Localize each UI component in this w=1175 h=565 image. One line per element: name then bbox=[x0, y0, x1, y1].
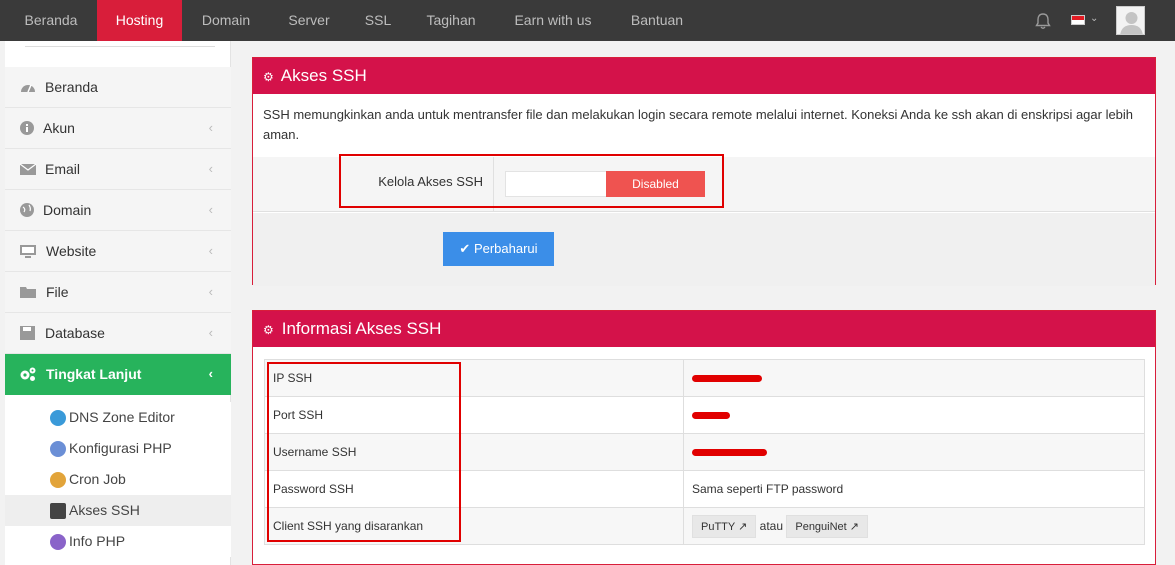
sidebar-item-label: Tingkat Lanjut bbox=[46, 366, 142, 382]
sidebar-item-label: Website bbox=[46, 243, 97, 259]
highlight-box bbox=[339, 154, 724, 208]
sidebar-subitem-label: Akses SSH bbox=[69, 502, 140, 518]
chevron-left-icon: ‹ bbox=[208, 202, 213, 217]
sidebar-subitem-konfigurasi-php[interactable]: Konfigurasi PHP bbox=[5, 433, 231, 464]
external-link-icon: ↗ bbox=[849, 520, 860, 533]
cogs-icon: ⚙ bbox=[263, 323, 274, 337]
top-navigation: Beranda Hosting Domain Server SSL Tagiha… bbox=[0, 0, 1175, 48]
sidebar-item-label: File bbox=[46, 284, 69, 300]
sidebar-item-label: Domain bbox=[43, 202, 92, 218]
dns-icon bbox=[50, 410, 66, 426]
sidebar-item-beranda[interactable]: Beranda bbox=[5, 67, 231, 108]
monitor-icon bbox=[20, 245, 36, 258]
chevron-down-icon[interactable]: ⌄ bbox=[1090, 13, 1098, 24]
check-icon: ✔ bbox=[459, 241, 471, 256]
sidebar-item-file[interactable]: File ‹ bbox=[5, 272, 231, 313]
terminal-icon bbox=[50, 503, 66, 519]
nav-hosting[interactable]: Hosting bbox=[97, 0, 182, 48]
language-flag-icon[interactable] bbox=[1071, 15, 1085, 25]
info-value bbox=[683, 396, 1145, 434]
info-icon bbox=[20, 121, 34, 135]
nav-bantuan[interactable]: Bantuan bbox=[620, 0, 694, 41]
sidebar-item-email[interactable]: Email ‹ bbox=[5, 149, 231, 190]
bell-icon[interactable] bbox=[1034, 12, 1052, 30]
panel-title: Akses SSH bbox=[280, 66, 367, 85]
save-icon bbox=[20, 326, 35, 340]
nav-tagihan[interactable]: Tagihan bbox=[414, 0, 488, 41]
folder-icon bbox=[20, 287, 36, 298]
ssh-description: SSH memungkinkan anda untuk mentransfer … bbox=[263, 107, 1134, 142]
globe-icon bbox=[20, 203, 34, 217]
redaction-mark bbox=[692, 449, 767, 457]
putty-link[interactable]: PuTTY ↗ bbox=[692, 514, 757, 538]
panel-footer: ✔ Perbaharui bbox=[253, 213, 1155, 286]
chevron-left-icon: ‹ bbox=[208, 243, 213, 258]
panel-title: Informasi Akses SSH bbox=[281, 319, 442, 338]
panel-header: ⚙ Informasi Akses SSH bbox=[253, 311, 1155, 347]
nav-ssl[interactable]: SSL bbox=[356, 0, 400, 41]
php-info-icon bbox=[50, 534, 66, 550]
sidebar-item-database[interactable]: Database ‹ bbox=[5, 313, 231, 354]
client-separator: atau bbox=[759, 518, 784, 533]
info-value: PuTTY ↗ atau PenguiNet ↗ bbox=[683, 507, 1145, 545]
sidebar-subitem-akses-ssh[interactable]: Akses SSH bbox=[5, 495, 231, 526]
chevron-down-icon: ‹ bbox=[208, 366, 213, 381]
nav-server[interactable]: Server bbox=[276, 0, 342, 41]
sidebar-item-website[interactable]: Website ‹ bbox=[5, 231, 231, 272]
sidebar-item-label: Email bbox=[45, 161, 81, 177]
sidebar-subitem-dns-zone-editor[interactable]: DNS Zone Editor bbox=[5, 402, 231, 433]
user-avatar[interactable] bbox=[1116, 6, 1145, 35]
sidebar-item-label: Database bbox=[45, 325, 105, 341]
info-value bbox=[683, 359, 1145, 397]
sidebar-subitem-label: Konfigurasi PHP bbox=[69, 440, 172, 456]
update-button-label: Perbaharui bbox=[473, 241, 538, 256]
sidebar-item-akun[interactable]: Akun ‹ bbox=[5, 108, 231, 149]
nav-beranda[interactable]: Beranda bbox=[10, 0, 92, 41]
cogs-icon bbox=[20, 367, 36, 381]
penguinet-label: PenguiNet bbox=[795, 520, 847, 533]
ssh-info-panel: ⚙ Informasi Akses SSH IP SSH Port SSH Us… bbox=[252, 310, 1156, 565]
sidebar-item-tingkat-lanjut[interactable]: Tingkat Lanjut ‹ bbox=[5, 354, 231, 395]
chevron-left-icon: ‹ bbox=[208, 161, 213, 176]
sidebar-divider bbox=[25, 46, 215, 47]
sidebar-item-label: Beranda bbox=[45, 79, 98, 95]
chevron-left-icon: ‹ bbox=[208, 120, 213, 135]
redaction-mark bbox=[692, 412, 730, 420]
nav-domain[interactable]: Domain bbox=[190, 0, 262, 41]
redaction-mark bbox=[692, 375, 762, 383]
update-button[interactable]: ✔ Perbaharui bbox=[443, 232, 554, 266]
sidebar-subitem-cron-job[interactable]: Cron Job bbox=[5, 464, 231, 495]
ssh-access-panel: ⚙ Akses SSH SSH memungkinkan anda untuk … bbox=[252, 57, 1156, 286]
penguinet-link[interactable]: PenguiNet ↗ bbox=[786, 514, 869, 538]
sidebar: Beranda Akun ‹ Email ‹ Domain ‹ Website … bbox=[5, 41, 231, 565]
sidebar-subitem-label: Cron Job bbox=[69, 471, 126, 487]
nav-earn-with-us[interactable]: Earn with us bbox=[504, 0, 602, 41]
info-value bbox=[683, 433, 1145, 471]
panel-header: ⚙ Akses SSH bbox=[253, 58, 1155, 94]
sidebar-item-domain[interactable]: Domain ‹ bbox=[5, 190, 231, 231]
cogs-icon: ⚙ bbox=[263, 70, 274, 84]
chevron-left-icon: ‹ bbox=[208, 325, 213, 340]
sidebar-subitem-label: DNS Zone Editor bbox=[69, 409, 175, 425]
sidebar-subitem-info-php[interactable]: Info PHP bbox=[5, 526, 231, 557]
sidebar-subitem-label: Info PHP bbox=[69, 533, 126, 549]
user-silhouette-icon bbox=[1117, 7, 1144, 34]
chevron-left-icon: ‹ bbox=[208, 284, 213, 299]
info-value: Sama seperti FTP password bbox=[683, 470, 1145, 508]
sidebar-item-label: Akun bbox=[43, 120, 75, 136]
putty-label: PuTTY bbox=[701, 520, 736, 533]
highlight-box bbox=[267, 362, 461, 542]
clock-icon bbox=[50, 472, 66, 488]
dashboard-icon bbox=[21, 84, 35, 93]
php-config-icon bbox=[50, 441, 66, 457]
external-link-icon: ↗ bbox=[738, 520, 748, 533]
envelope-icon bbox=[19, 163, 37, 175]
